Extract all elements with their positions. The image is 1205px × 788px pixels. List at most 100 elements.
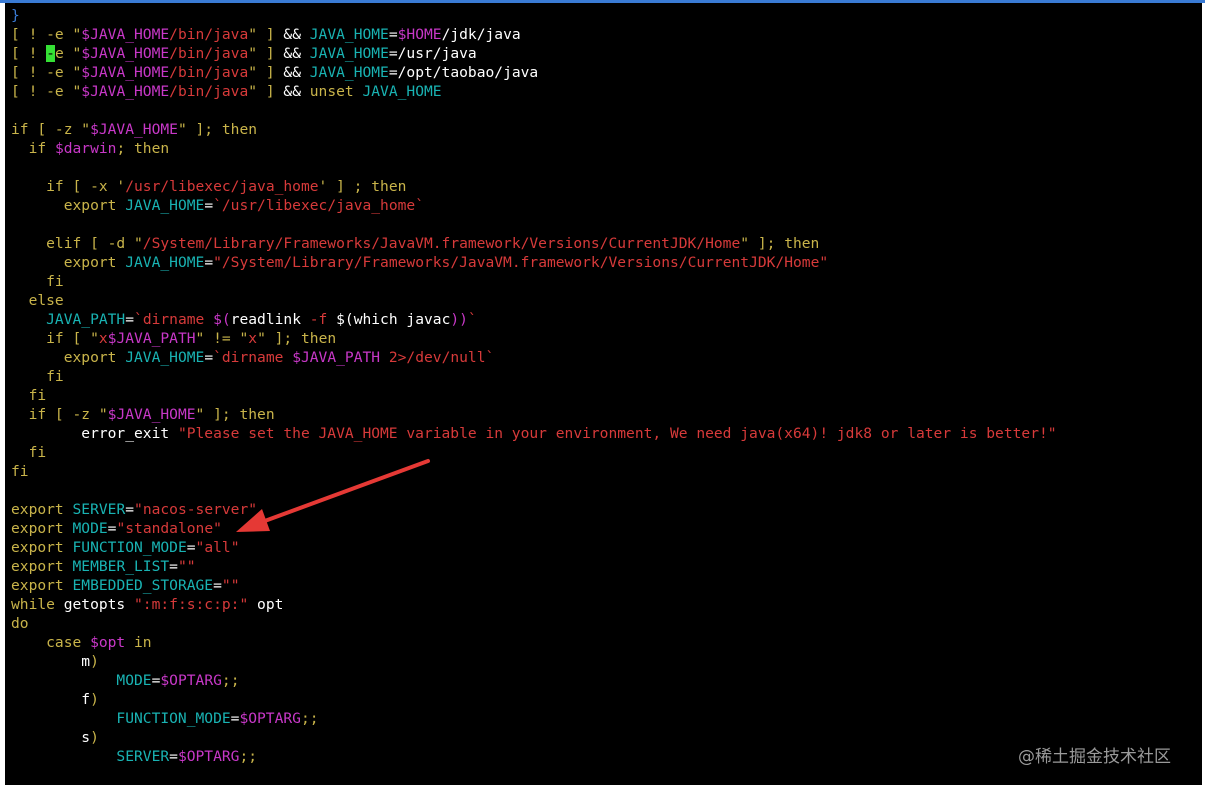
code-token: " ]; then bbox=[257, 330, 337, 347]
code-token: " ] bbox=[248, 26, 284, 43]
code-line: if [ -x '/usr/libexec/java_home' ] ; the… bbox=[11, 177, 1057, 196]
code-token: /bin/java bbox=[169, 64, 249, 81]
code-token: elif [ -d " bbox=[11, 235, 143, 252]
code-token: )) bbox=[450, 311, 468, 328]
code-token: && bbox=[283, 83, 310, 100]
code-token: if [ -x ' bbox=[11, 178, 126, 195]
code-line: export JAVA_HOME=`dirname $JAVA_PATH 2>/… bbox=[11, 348, 1057, 367]
code-token: [ ! -e " bbox=[11, 83, 82, 100]
code-token: f bbox=[11, 691, 91, 708]
code-token: if [ " bbox=[11, 330, 99, 347]
code-token: if bbox=[11, 140, 55, 157]
code-token: = bbox=[169, 748, 178, 765]
text-cursor: - bbox=[46, 45, 55, 62]
code-token: = bbox=[213, 577, 222, 594]
code-token: EMBEDDED_STORAGE bbox=[72, 577, 214, 594]
code-token: = bbox=[186, 539, 196, 556]
code-token: = bbox=[125, 311, 135, 328]
code-token: /bin/java bbox=[169, 26, 249, 43]
code-token: `dirname bbox=[134, 311, 214, 328]
code-token: ) bbox=[90, 729, 99, 746]
code-line: export MEMBER_LIST="" bbox=[11, 557, 1057, 576]
code-token: opt bbox=[248, 596, 284, 613]
code-line: fi bbox=[11, 367, 1057, 386]
code-line: [ ! -e "$JAVA_HOME/bin/java" ] && JAVA_H… bbox=[11, 44, 1057, 63]
code-token: && bbox=[283, 64, 310, 81]
code-token: MODE bbox=[72, 520, 108, 537]
code-line: if [ -z "$JAVA_HOME" ]; then bbox=[11, 120, 1057, 139]
code-token: " ]; then bbox=[177, 121, 258, 138]
code-token: = bbox=[388, 26, 398, 43]
code-token: "" bbox=[221, 577, 240, 594]
code-token: $HOME bbox=[397, 26, 442, 43]
code-token: which javac bbox=[353, 311, 451, 328]
code-token: 2>/dev/null` bbox=[380, 349, 495, 366]
code-line: } bbox=[11, 6, 1057, 25]
code-token: && bbox=[283, 45, 310, 62]
code-token: fi bbox=[11, 368, 64, 385]
code-token: while bbox=[11, 596, 64, 613]
code-token: = bbox=[204, 349, 214, 366]
code-token: ' ] ; then bbox=[318, 178, 407, 195]
code-token: ) bbox=[90, 691, 99, 708]
code-token: "standalone" bbox=[116, 520, 222, 537]
code-line: while getopts ":m:f:s:c:p:" opt bbox=[11, 595, 1057, 614]
code-token: "/System/Library/Frameworks/JavaVM.frame… bbox=[213, 254, 829, 271]
code-token: unset bbox=[309, 83, 363, 100]
code-token: = bbox=[204, 254, 214, 271]
code-line: FUNCTION_MODE=$OPTARG;; bbox=[11, 709, 1057, 728]
code-line: [ ! -e "$JAVA_HOME/bin/java" ] && unset … bbox=[11, 82, 1057, 101]
code-token: /System/Library/Frameworks/JavaVM.framew… bbox=[142, 235, 741, 252]
code-line: case $opt in bbox=[11, 633, 1057, 652]
code-line: [ ! -e "$JAVA_HOME/bin/java" ] && JAVA_H… bbox=[11, 63, 1057, 82]
code-line: export SERVER="nacos-server" bbox=[11, 500, 1057, 519]
code-token: JAVA_HOME bbox=[125, 254, 205, 271]
terminal-editor[interactable]: }[ ! -e "$JAVA_HOME/bin/java" ] && JAVA_… bbox=[5, 3, 1202, 785]
code-token: e " bbox=[54, 45, 82, 62]
code-token: /bin/java bbox=[169, 83, 249, 100]
code-token: $( bbox=[213, 311, 231, 328]
code-line: m) bbox=[11, 652, 1057, 671]
code-lines: }[ ! -e "$JAVA_HOME/bin/java" ] && JAVA_… bbox=[11, 6, 1057, 766]
code-token: fi bbox=[11, 463, 29, 480]
code-token: else bbox=[11, 292, 64, 309]
code-token: `/usr/libexec/java_home` bbox=[213, 197, 424, 214]
code-token: " != " bbox=[195, 330, 249, 347]
code-token: ` bbox=[467, 311, 477, 328]
code-token: $JAVA_HOME bbox=[81, 45, 170, 62]
code-line: fi bbox=[11, 443, 1057, 462]
code-token: m bbox=[11, 653, 91, 670]
code-line: elif [ -d "/System/Library/Frameworks/Ja… bbox=[11, 234, 1057, 253]
code-token: $opt bbox=[90, 634, 126, 651]
code-token: "" bbox=[177, 558, 196, 575]
code-line: export JAVA_HOME=`/usr/libexec/java_home… bbox=[11, 196, 1057, 215]
code-token: = bbox=[204, 197, 214, 214]
code-token: =/usr/java bbox=[388, 45, 477, 62]
code-token: $JAVA_HOME bbox=[81, 83, 170, 100]
code-token: " ] bbox=[248, 83, 284, 100]
code-token: $JAVA_HOME bbox=[81, 26, 170, 43]
code-line: export EMBEDDED_STORAGE="" bbox=[11, 576, 1057, 595]
code-token: " ]; then bbox=[195, 406, 275, 423]
code-token: export bbox=[11, 558, 73, 575]
code-token: s bbox=[11, 729, 91, 746]
code-line: export FUNCTION_MODE="all" bbox=[11, 538, 1057, 557]
code-token: if [ -z " bbox=[11, 121, 91, 138]
code-token: = bbox=[125, 501, 135, 518]
code-token: export bbox=[11, 349, 126, 366]
code-line: export JAVA_HOME="/System/Library/Framew… bbox=[11, 253, 1057, 272]
code-token: JAVA_PATH bbox=[11, 311, 126, 328]
code-token: ;; bbox=[300, 710, 319, 727]
code-token: JAVA_HOME bbox=[309, 45, 389, 62]
code-token: " ] bbox=[248, 45, 284, 62]
code-token: x bbox=[98, 330, 108, 347]
code-token: JAVA_HOME bbox=[309, 26, 389, 43]
code-token: MEMBER_LIST bbox=[72, 558, 170, 575]
code-token: =/opt/taobao/java bbox=[388, 64, 539, 81]
code-token: getopts bbox=[63, 596, 135, 613]
code-line: error_exit "Please set the JAVA_HOME var… bbox=[11, 424, 1056, 443]
watermark: @稀土掘金技术社区 bbox=[1018, 747, 1171, 767]
code-line: if $darwin; then bbox=[11, 139, 1057, 158]
code-token: fi bbox=[11, 273, 64, 290]
